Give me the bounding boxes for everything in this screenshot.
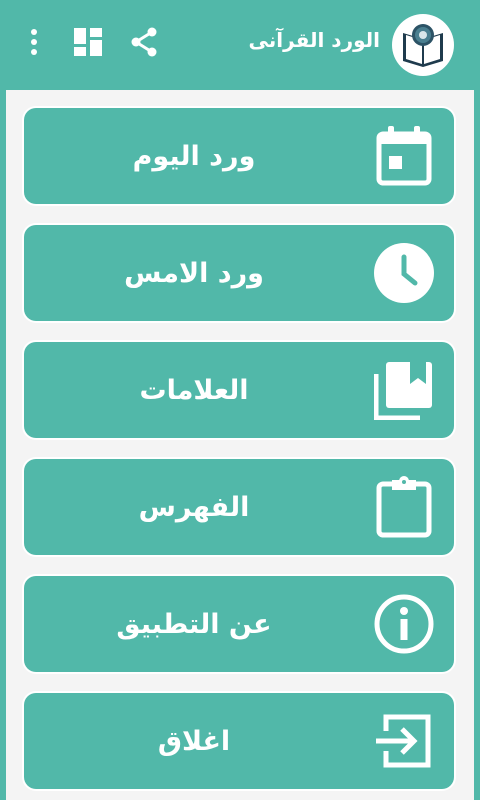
- menu-item-label: العلامات: [139, 374, 249, 406]
- menu-item-label: ورد الامس: [124, 257, 264, 289]
- dashboard-icon[interactable]: [68, 22, 108, 62]
- exit-icon: [374, 711, 434, 771]
- app-title: الورد القرآنى: [248, 28, 380, 52]
- share-icon[interactable]: [124, 22, 164, 62]
- info-icon: [374, 594, 434, 654]
- menu-item-label: عن التطبيق: [116, 608, 272, 640]
- menu-item-today-wird[interactable]: ورد اليوم: [24, 108, 454, 204]
- app-bar: الورد القرآنى: [0, 0, 480, 88]
- calendar-icon: [374, 126, 434, 186]
- menu-item-bookmarks[interactable]: العلامات: [24, 342, 454, 438]
- overflow-menu-icon[interactable]: [14, 22, 54, 62]
- quran-logo-icon: [392, 14, 454, 76]
- menu-item-about[interactable]: عن التطبيق: [24, 576, 454, 672]
- menu-panel: ورد اليوم ورد الامس العلامات الفهرس عن ا…: [6, 90, 474, 800]
- bookmarks-icon: [374, 360, 434, 420]
- menu-item-label: ورد اليوم: [132, 140, 256, 172]
- clock-icon: [374, 243, 434, 303]
- menu-item-label: اغلاق: [157, 725, 231, 757]
- menu-item-exit[interactable]: اغلاق: [24, 693, 454, 789]
- clipboard-icon: [374, 476, 434, 538]
- menu-item-label: الفهرس: [138, 491, 250, 523]
- menu-item-yesterday-wird[interactable]: ورد الامس: [24, 225, 454, 321]
- menu-item-index[interactable]: الفهرس: [24, 459, 454, 555]
